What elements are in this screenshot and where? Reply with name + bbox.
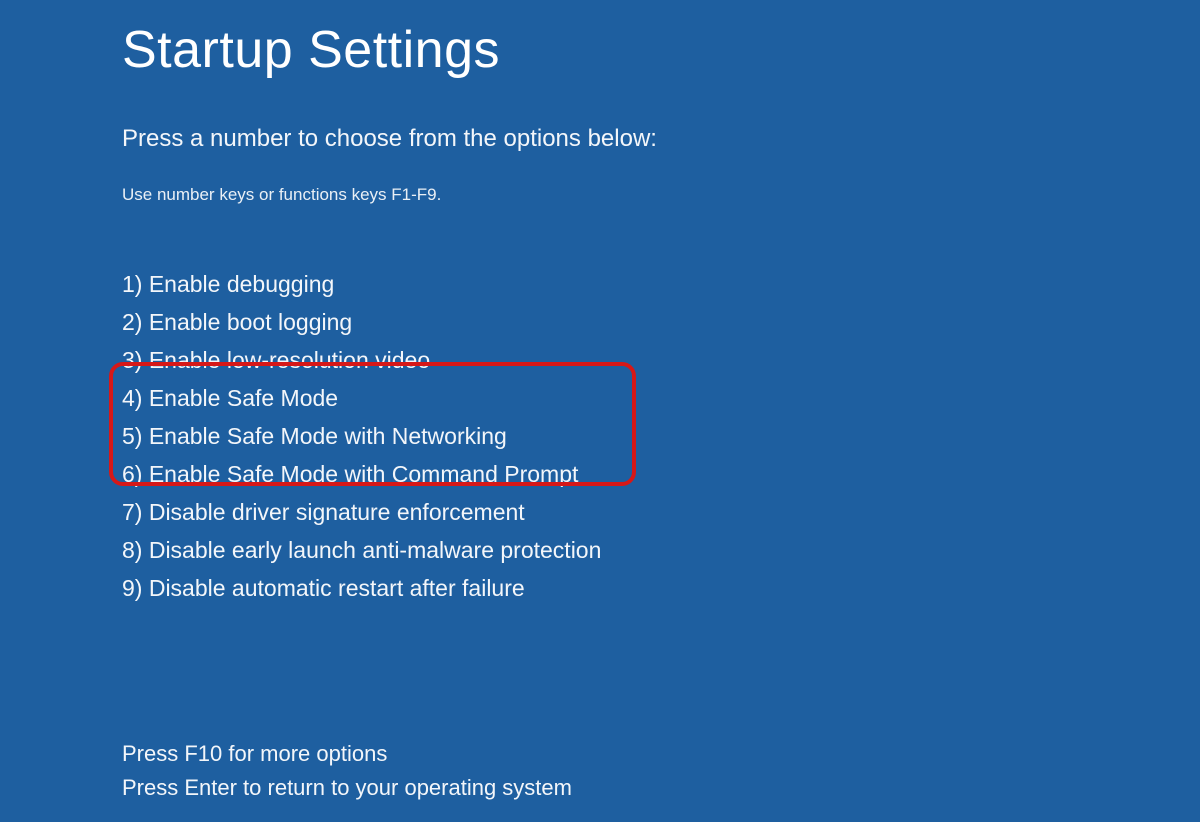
option-enable-low-resolution-video[interactable]: 3) Enable low-resolution video (122, 341, 1200, 379)
option-disable-automatic-restart[interactable]: 9) Disable automatic restart after failu… (122, 569, 1200, 607)
footer-section: Press F10 for more options Press Enter t… (122, 737, 1200, 805)
option-enable-debugging[interactable]: 1) Enable debugging (122, 265, 1200, 303)
option-enable-safe-mode-networking[interactable]: 5) Enable Safe Mode with Networking (122, 417, 1200, 455)
footer-return-os: Press Enter to return to your operating … (122, 771, 1200, 805)
option-disable-anti-malware[interactable]: 8) Disable early launch anti-malware pro… (122, 531, 1200, 569)
option-enable-safe-mode-command-prompt[interactable]: 6) Enable Safe Mode with Command Prompt (122, 455, 1200, 493)
hint-text: Use number keys or functions keys F1-F9. (122, 185, 1200, 205)
option-disable-driver-signature[interactable]: 7) Disable driver signature enforcement (122, 493, 1200, 531)
page-title: Startup Settings (122, 20, 1200, 80)
startup-options-list: 1) Enable debugging 2) Enable boot loggi… (122, 265, 1200, 607)
footer-more-options: Press F10 for more options (122, 737, 1200, 771)
instruction-text: Press a number to choose from the option… (122, 125, 1200, 153)
option-enable-boot-logging[interactable]: 2) Enable boot logging (122, 303, 1200, 341)
option-enable-safe-mode[interactable]: 4) Enable Safe Mode (122, 379, 1200, 417)
